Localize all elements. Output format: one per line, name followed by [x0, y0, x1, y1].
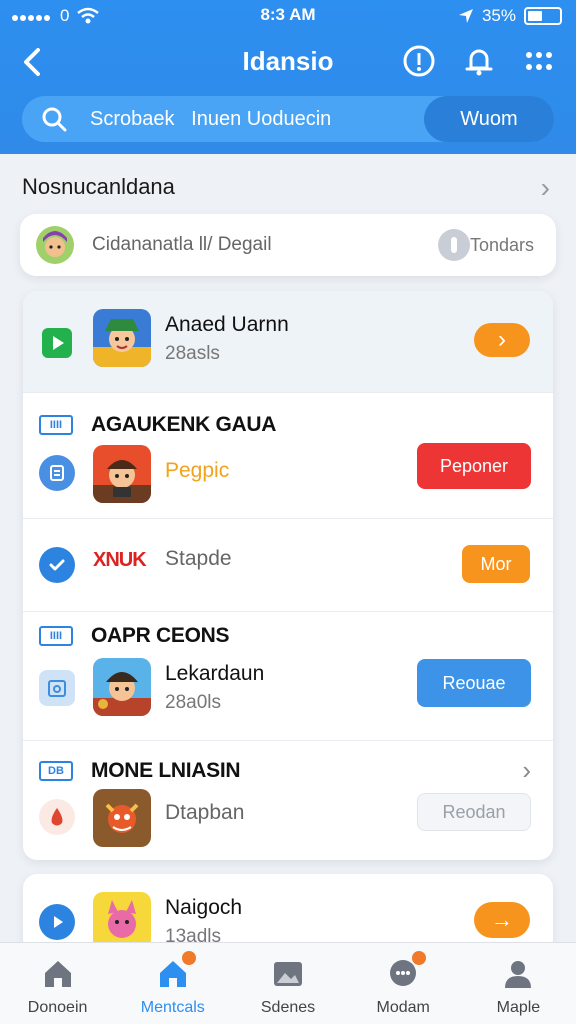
- app-title: Stapde: [165, 547, 232, 570]
- more-icon: [526, 52, 552, 70]
- home-active-icon: [156, 951, 196, 991]
- document-icon: [39, 455, 75, 491]
- app-subtitle: 28a0ls: [165, 692, 221, 713]
- tab-bar: Donoein Mentcals Sdenes Modam Maple: [0, 942, 576, 1024]
- status-bar: 0 8:3 AM 35%: [0, 0, 576, 34]
- search-scope: Scrobaek: [90, 108, 175, 130]
- search-submit-button[interactable]: Wuom: [424, 96, 554, 142]
- list-group: DB MONE LNIASIN › Dtapban Reodan: [23, 741, 553, 860]
- image-icon: [274, 962, 302, 986]
- app-title: Pegpic: [165, 459, 230, 482]
- list-item[interactable]: Anaed Uarnn 28asls ›: [23, 291, 553, 393]
- group-badge-icon: IIII: [39, 415, 73, 435]
- more-button[interactable]: Mor: [462, 545, 530, 583]
- group-title: AGAUKENK GAUA: [91, 413, 277, 436]
- location-icon: [458, 9, 473, 23]
- list-item[interactable]: XNUK Stapde Mor: [23, 519, 553, 612]
- more-button[interactable]: [522, 44, 556, 78]
- tab-label: Mentcals: [140, 999, 205, 1016]
- app-subtitle: 28asls: [165, 343, 220, 364]
- section-title: Nosnucanldana: [22, 174, 175, 199]
- tab-label: Modam: [376, 999, 430, 1016]
- app-header: 0 8:3 AM 35% Idansio Scrobaek Inuen Uodu…: [0, 0, 576, 154]
- chat-icon: [386, 951, 427, 991]
- search-query: Inuen Uoduecin: [191, 108, 332, 130]
- home-icon: [44, 961, 71, 987]
- calendar-icon: [39, 670, 75, 706]
- open-button[interactable]: →: [474, 902, 530, 938]
- list-group: IIII OAPR CEONS Lekardaun 28a0ls Reouae: [23, 612, 553, 741]
- info-button[interactable]: [402, 44, 436, 78]
- section-chevron-icon[interactable]: ›: [541, 172, 550, 204]
- filter-toggle[interactable]: [438, 229, 470, 261]
- action-button[interactable]: Reouae: [417, 659, 531, 707]
- bell-icon: [465, 49, 493, 76]
- brand-logo-text: XNUK: [93, 549, 147, 571]
- tab-mentcals[interactable]: Mentcals: [115, 943, 230, 1024]
- notification-dot: [181, 951, 196, 965]
- search-input[interactable]: Scrobaek Inuen Uoduecin: [90, 108, 331, 131]
- app-list-card: Anaed Uarnn 28asls › IIII AGAUKENK GAUA …: [23, 291, 553, 860]
- check-icon: [39, 547, 75, 583]
- tab-label: Donoein: [27, 999, 88, 1016]
- group-badge-icon: IIII: [39, 626, 73, 646]
- profile-icon: [505, 961, 532, 988]
- group-badge-icon: DB: [39, 761, 73, 781]
- disabled-button[interactable]: Reodan: [417, 793, 531, 831]
- filter-label: Cidananatla ll/ Degail: [92, 234, 272, 255]
- avatar: [36, 226, 74, 264]
- app-thumbnail: [93, 658, 151, 716]
- tab-maple[interactable]: Maple: [461, 943, 576, 1024]
- filter-card[interactable]: Cidananatla ll/ Degail Tondars: [20, 214, 556, 276]
- group-title: OAPR CEONS: [91, 624, 230, 647]
- info-icon: [403, 45, 435, 77]
- app-title: Dtapban: [165, 801, 245, 824]
- app-title: Naigoch: [165, 896, 243, 919]
- app-title: Lekardaun: [165, 662, 265, 685]
- battery-icon: [524, 7, 562, 25]
- open-button[interactable]: ›: [474, 323, 530, 357]
- tab-label: Maple: [496, 999, 541, 1016]
- battery-percent: 35%: [481, 6, 516, 25]
- action-button[interactable]: Peponer: [417, 443, 531, 489]
- tab-sdenes[interactable]: Sdenes: [230, 943, 345, 1024]
- nav-bar: Idansio: [0, 38, 576, 86]
- play-icon: [39, 904, 75, 940]
- app-thumbnail: [93, 309, 151, 367]
- filter-right-label[interactable]: Tondars: [470, 235, 534, 256]
- flame-icon: [39, 799, 75, 835]
- tab-donoein[interactable]: Donoein: [0, 943, 115, 1024]
- chevron-right-icon[interactable]: ›: [522, 755, 531, 786]
- app-thumbnail: [93, 445, 151, 503]
- tab-label: Sdenes: [260, 999, 316, 1016]
- app-title: Anaed Uarnn: [165, 313, 289, 336]
- search-icon: [42, 107, 67, 132]
- search-bar[interactable]: Scrobaek Inuen Uoduecin Wuom: [22, 96, 554, 142]
- notification-dot: [412, 951, 427, 965]
- tab-modam[interactable]: Modam: [346, 943, 461, 1024]
- brand-logo: XNUK: [93, 549, 147, 572]
- app-thumbnail: [93, 789, 151, 847]
- group-title: MONE LNIASIN: [91, 759, 241, 782]
- notifications-button[interactable]: [462, 44, 496, 78]
- play-icon: [39, 325, 75, 361]
- list-group: IIII AGAUKENK GAUA Pegpic Peponer: [23, 393, 553, 519]
